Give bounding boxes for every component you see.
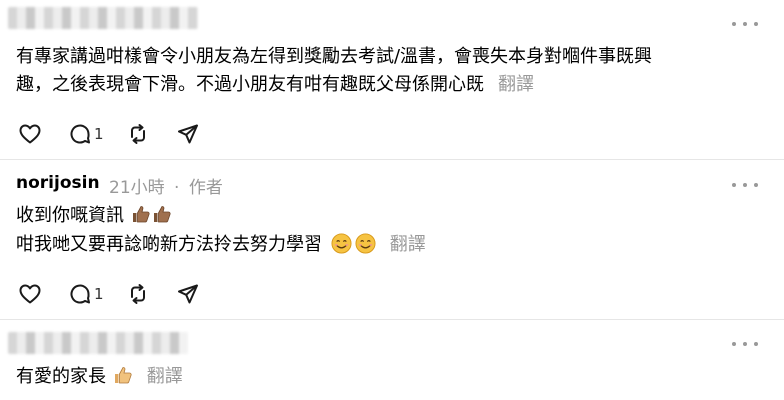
- more-options-button[interactable]: [732, 17, 758, 31]
- post-text-line: 趣，之後表現會下滑。不過小朋友有咁有趣既父母係開心既 翻譯: [16, 72, 534, 98]
- share-button[interactable]: [176, 282, 200, 306]
- heart-icon: [19, 124, 41, 144]
- more-dot: [743, 342, 747, 346]
- post-text: 收到你嘅資訊: [16, 205, 124, 226]
- like-button[interactable]: [18, 282, 42, 306]
- like-button[interactable]: [18, 122, 42, 146]
- more-dot: [743, 183, 747, 187]
- thumbs-up-emoji-icon: [132, 206, 150, 223]
- reply-count: 1: [94, 285, 104, 303]
- post-text: 趣，之後表現會下滑。不過小朋友有咁有趣既父母係開心既: [16, 74, 484, 95]
- smiling-face-emoji-icon: [355, 233, 376, 254]
- repost-arrows-icon: [130, 124, 145, 144]
- post-text-line: 收到你嘅資訊: [16, 203, 172, 229]
- thumbs-up-emoji-icon: [114, 367, 132, 384]
- post-text: 咁我哋又要再諗啲新方法拎去努力學習: [16, 234, 322, 255]
- speech-bubble-icon: [70, 124, 90, 144]
- repost-button[interactable]: [126, 282, 150, 306]
- divider: [0, 319, 784, 320]
- more-dot: [754, 22, 758, 26]
- more-options-button[interactable]: [732, 178, 758, 192]
- post-meta: 21小時 · 作者: [109, 173, 223, 198]
- translate-link[interactable]: 翻譯: [147, 366, 183, 387]
- action-bar: 1: [18, 122, 226, 146]
- speech-bubble-icon: [70, 284, 90, 304]
- more-dot: [754, 342, 758, 346]
- post-text-line: 咁我哋又要再諗啲新方法拎去努力學習 翻譯: [16, 232, 426, 258]
- share-button[interactable]: [176, 122, 200, 146]
- author-tag: 作者: [188, 178, 223, 198]
- action-bar: 1: [18, 282, 226, 306]
- username[interactable]: norijosin: [16, 173, 100, 193]
- smiling-face-emoji-icon: [331, 233, 352, 254]
- post-text-line: 有愛的家長 翻譯: [16, 364, 183, 390]
- divider: [0, 159, 784, 160]
- reply-button[interactable]: 1: [68, 122, 104, 146]
- send-arrow-icon: [177, 284, 198, 304]
- more-dot: [743, 22, 747, 26]
- more-options-button[interactable]: [732, 337, 758, 351]
- more-dot: [732, 22, 736, 26]
- more-dot: [754, 183, 758, 187]
- thumbs-up-emoji-icon: [153, 206, 171, 223]
- post-text: 有專家講過咁樣會令小朋友為左得到獎勵去考試/溫書，會喪失本身對嗰件事既興: [16, 46, 653, 67]
- post-text-line: 有專家講過咁樣會令小朋友為左得到獎勵去考試/溫書，會喪失本身對嗰件事既興: [16, 44, 652, 70]
- reply-button[interactable]: 1: [68, 282, 104, 306]
- translate-link[interactable]: 翻譯: [390, 234, 426, 255]
- blurred-username: [8, 7, 198, 29]
- send-arrow-icon: [177, 124, 198, 144]
- post-text: 有愛的家長: [16, 366, 106, 387]
- more-dot: [732, 183, 736, 187]
- timestamp[interactable]: 21小時: [109, 178, 165, 198]
- meta-separator: ·: [174, 178, 180, 198]
- heart-icon: [19, 284, 41, 304]
- translate-link[interactable]: 翻譯: [498, 74, 534, 95]
- blurred-username: [8, 332, 188, 354]
- reply-count: 1: [94, 125, 104, 143]
- repost-arrows-icon: [130, 284, 145, 304]
- more-dot: [732, 342, 736, 346]
- repost-button[interactable]: [126, 122, 150, 146]
